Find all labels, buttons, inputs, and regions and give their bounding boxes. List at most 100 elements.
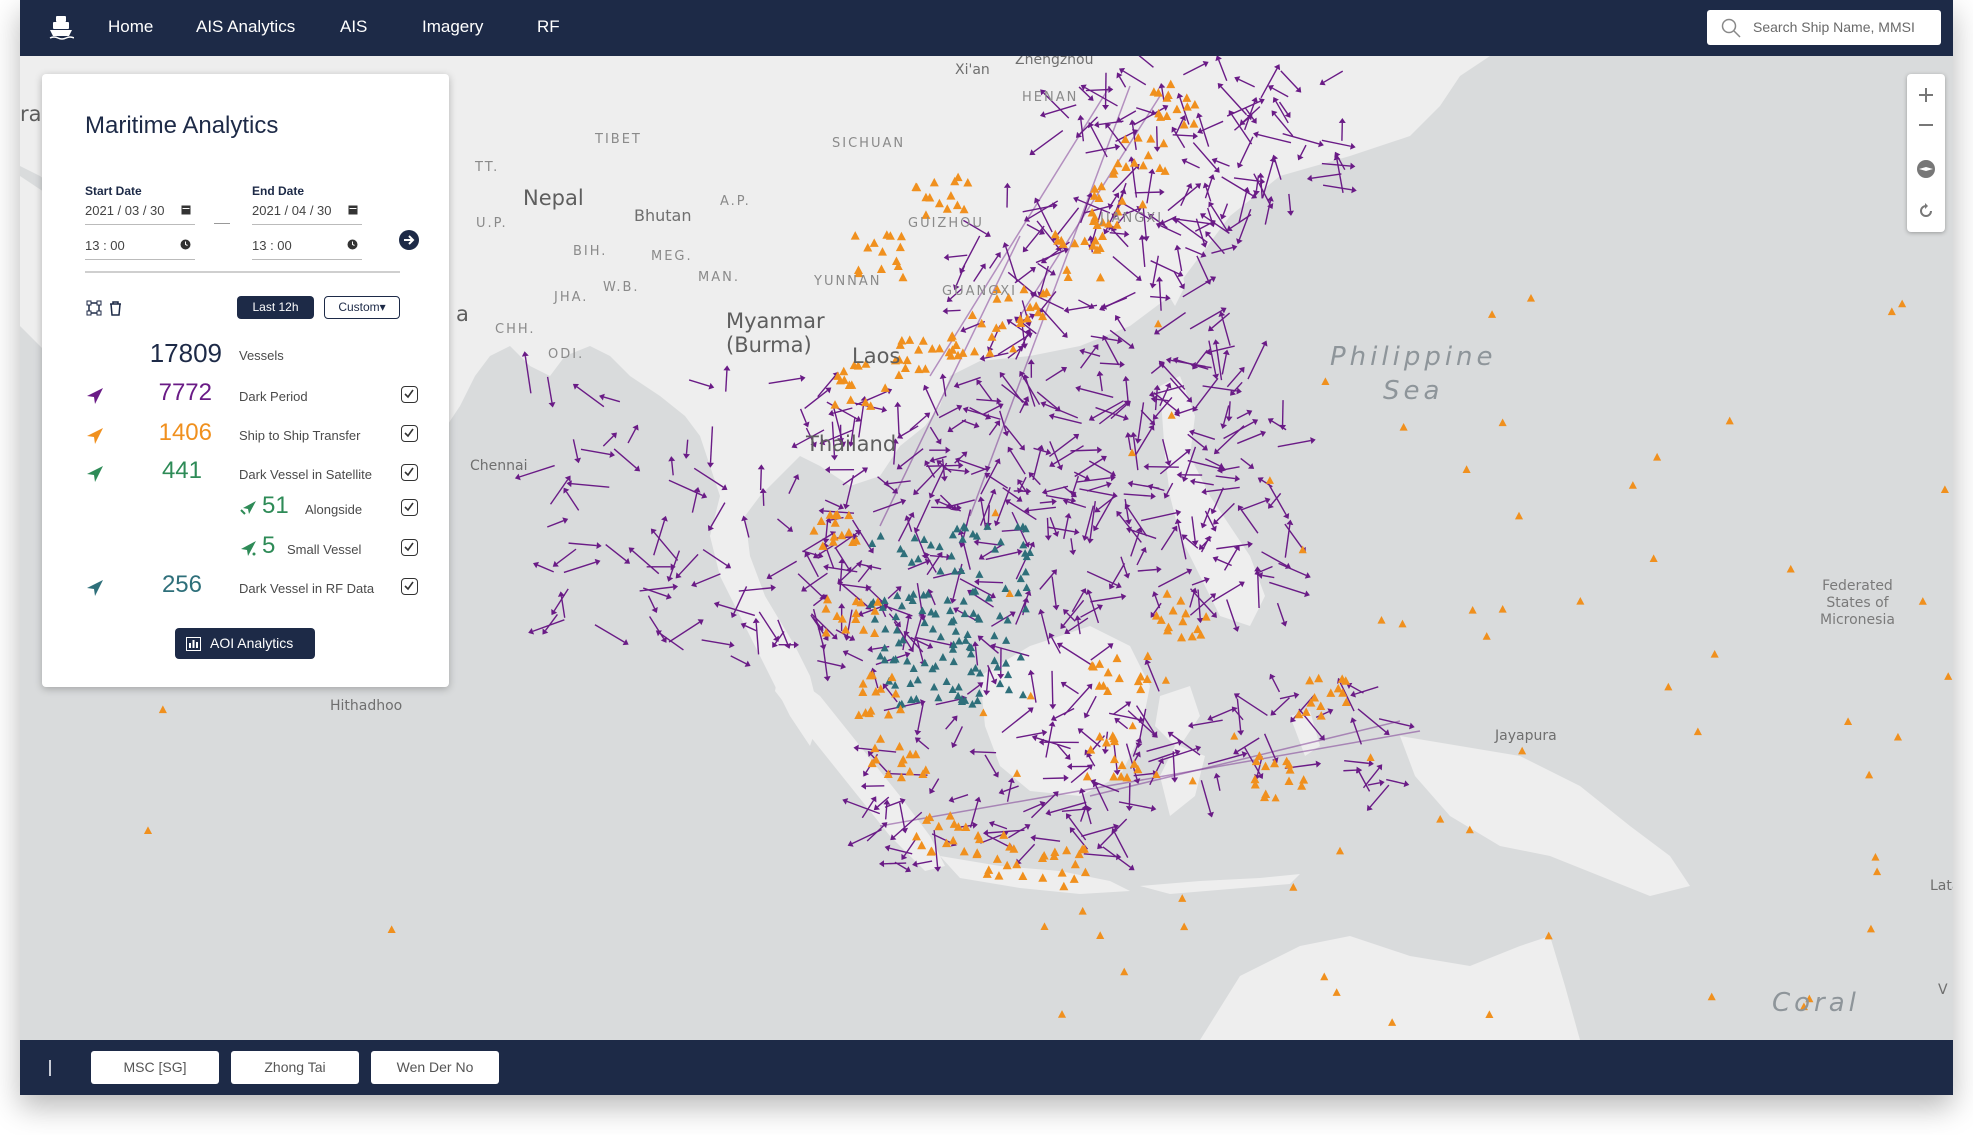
dark-period-track bbox=[1042, 777, 1064, 780]
reset-icon bbox=[1920, 203, 1932, 217]
sts-transfer-count-value: 1406 bbox=[158, 419, 212, 446]
start-date-field[interactable]: 2021 / 03 / 30 bbox=[85, 203, 195, 225]
small-vessel-count: 5 bbox=[262, 532, 282, 560]
vessels-count: 17809 bbox=[122, 338, 222, 369]
draw-area-icon[interactable] bbox=[86, 300, 102, 316]
ship-tag-wen-der-no[interactable]: Wen Der No bbox=[371, 1051, 499, 1084]
dark-period-track bbox=[1134, 191, 1160, 194]
alongside-label: Alongside bbox=[305, 502, 363, 517]
bottom-bar: MSC [SG] Zhong Tai Wen Der No bbox=[20, 1040, 1953, 1095]
end-time-value: 13 : 00 bbox=[252, 238, 292, 253]
map-label-xian: Xi'an bbox=[955, 62, 990, 78]
map-label-jiangxi: JIANGXI bbox=[1100, 211, 1164, 226]
dark-period-track bbox=[759, 469, 762, 491]
dark-period-track bbox=[974, 751, 997, 754]
map-label-ra: ra bbox=[20, 102, 42, 126]
alongside-icon bbox=[240, 501, 256, 515]
date-range-separator bbox=[214, 223, 230, 224]
alongside-count-value: 51 bbox=[262, 492, 289, 519]
start-time-value: 13 : 00 bbox=[85, 238, 125, 253]
vessels-label: Vessels bbox=[239, 348, 284, 363]
ship-search-box[interactable] bbox=[1707, 10, 1941, 45]
start-date-value: 2021 / 03 / 30 bbox=[85, 203, 165, 218]
end-time-field[interactable]: 13 : 00 bbox=[252, 238, 362, 260]
map-label-guangxi: GUANGXI bbox=[942, 284, 1018, 299]
small-vessel-checkbox[interactable] bbox=[401, 539, 418, 556]
trash-icon[interactable] bbox=[108, 300, 123, 316]
small-vessel-count-value: 5 bbox=[262, 532, 276, 559]
small-vessel-label: Small Vessel bbox=[287, 542, 362, 557]
map-label-odi: ODI. bbox=[548, 347, 585, 362]
end-date-field[interactable]: 2021 / 04 / 30 bbox=[252, 203, 362, 225]
map-label-micronesia: Federated States of Micronesia bbox=[1820, 578, 1895, 628]
nav-imagery[interactable]: Imagery bbox=[422, 17, 483, 37]
map-label-meg: MEG. bbox=[651, 249, 693, 264]
panel-title: Maritime Analytics bbox=[85, 112, 279, 139]
end-date-value: 2021 / 04 / 30 bbox=[252, 203, 332, 218]
map-label-henan: HENAN bbox=[1022, 90, 1079, 105]
dark-period-track bbox=[762, 492, 765, 506]
dark-period-track bbox=[1070, 449, 1098, 452]
rf-data-arrow-icon bbox=[87, 580, 103, 596]
map-label-jayapura: Jayapura bbox=[1495, 728, 1557, 744]
dark-period-track bbox=[947, 309, 961, 312]
bar-chart-icon bbox=[186, 637, 201, 651]
satellite-checkbox[interactable] bbox=[401, 464, 418, 481]
rf-data-count-value: 256 bbox=[161, 571, 202, 598]
map-label-tibet: TIBET bbox=[595, 132, 642, 147]
ship-tag-msc[interactable]: MSC [SG] bbox=[91, 1051, 219, 1084]
dark-period-track bbox=[1343, 769, 1357, 772]
last-12h-button[interactable]: Last 12h bbox=[237, 296, 314, 319]
search-input[interactable] bbox=[1751, 18, 1941, 36]
map-label-v: V bbox=[1938, 982, 1948, 998]
sts-transfer-label: Ship to Ship Transfer bbox=[239, 428, 361, 443]
search-icon bbox=[1721, 18, 1741, 38]
compass-icon bbox=[1917, 160, 1935, 178]
checkmark-icon bbox=[404, 428, 414, 438]
vessels-count-value: 17809 bbox=[149, 338, 222, 368]
map-label-lata: Lata bbox=[1930, 878, 1953, 894]
custom-range-button[interactable]: Custom▾ bbox=[324, 296, 400, 319]
nav-ais[interactable]: AIS bbox=[340, 17, 367, 37]
zoom-out-button[interactable] bbox=[1907, 106, 1945, 144]
ship-logo-icon[interactable] bbox=[48, 14, 74, 40]
checkmark-icon bbox=[404, 389, 414, 399]
dark-period-checkbox[interactable] bbox=[401, 386, 418, 403]
map-label-coral: Coral bbox=[1772, 988, 1860, 1018]
map-label-a: a bbox=[456, 302, 469, 326]
dark-period-count: 7772 bbox=[122, 379, 212, 407]
calendar-icon bbox=[348, 205, 358, 215]
rf-data-label: Dark Vessel in RF Data bbox=[239, 581, 375, 596]
nav-rf[interactable]: RF bbox=[537, 17, 560, 37]
calendar-icon bbox=[181, 205, 191, 215]
aoi-analytics-label: AOI Analytics bbox=[210, 635, 294, 651]
dark-period-track bbox=[1155, 126, 1158, 147]
dark-period-count-value: 7772 bbox=[158, 379, 212, 406]
reset-view-button[interactable] bbox=[1907, 192, 1945, 230]
start-time-field[interactable]: 13 : 00 bbox=[85, 238, 195, 260]
nav-ais-analytics[interactable]: AIS Analytics bbox=[196, 17, 295, 37]
satellite-count: 441 bbox=[122, 457, 202, 485]
map-label-philippine-sea: Philippine Sea bbox=[1330, 342, 1497, 406]
checkmark-icon bbox=[404, 467, 414, 477]
dark-period-track bbox=[1228, 401, 1231, 417]
map-label-guizhou: GUIZHOU bbox=[908, 216, 984, 231]
end-date-label: End Date bbox=[252, 184, 305, 198]
map-label-wb: W.B. bbox=[603, 280, 640, 295]
minus-icon bbox=[1919, 124, 1933, 126]
alongside-checkbox[interactable] bbox=[401, 499, 418, 516]
rf-data-checkbox[interactable] bbox=[401, 578, 418, 595]
rf-data-count: 256 bbox=[122, 571, 202, 599]
sts-transfer-checkbox[interactable] bbox=[401, 425, 418, 442]
aoi-analytics-button[interactable]: AOI Analytics bbox=[175, 628, 315, 659]
map-label-jha: JHA. bbox=[554, 290, 589, 305]
bottom-bar-handle[interactable] bbox=[49, 1060, 51, 1076]
clock-icon bbox=[347, 239, 358, 250]
nav-home[interactable]: Home bbox=[108, 17, 153, 37]
ship-tag-zhong-tai[interactable]: Zhong Tai bbox=[231, 1051, 359, 1084]
compass-button[interactable] bbox=[1907, 150, 1945, 188]
maritime-analytics-panel: Maritime Analytics Start Date End Date 2… bbox=[42, 74, 449, 687]
apply-date-button[interactable] bbox=[399, 230, 419, 250]
map-label-yunnan: YUNNAN bbox=[814, 274, 882, 289]
map-label-hithadhoo: Hithadhoo bbox=[330, 698, 403, 714]
